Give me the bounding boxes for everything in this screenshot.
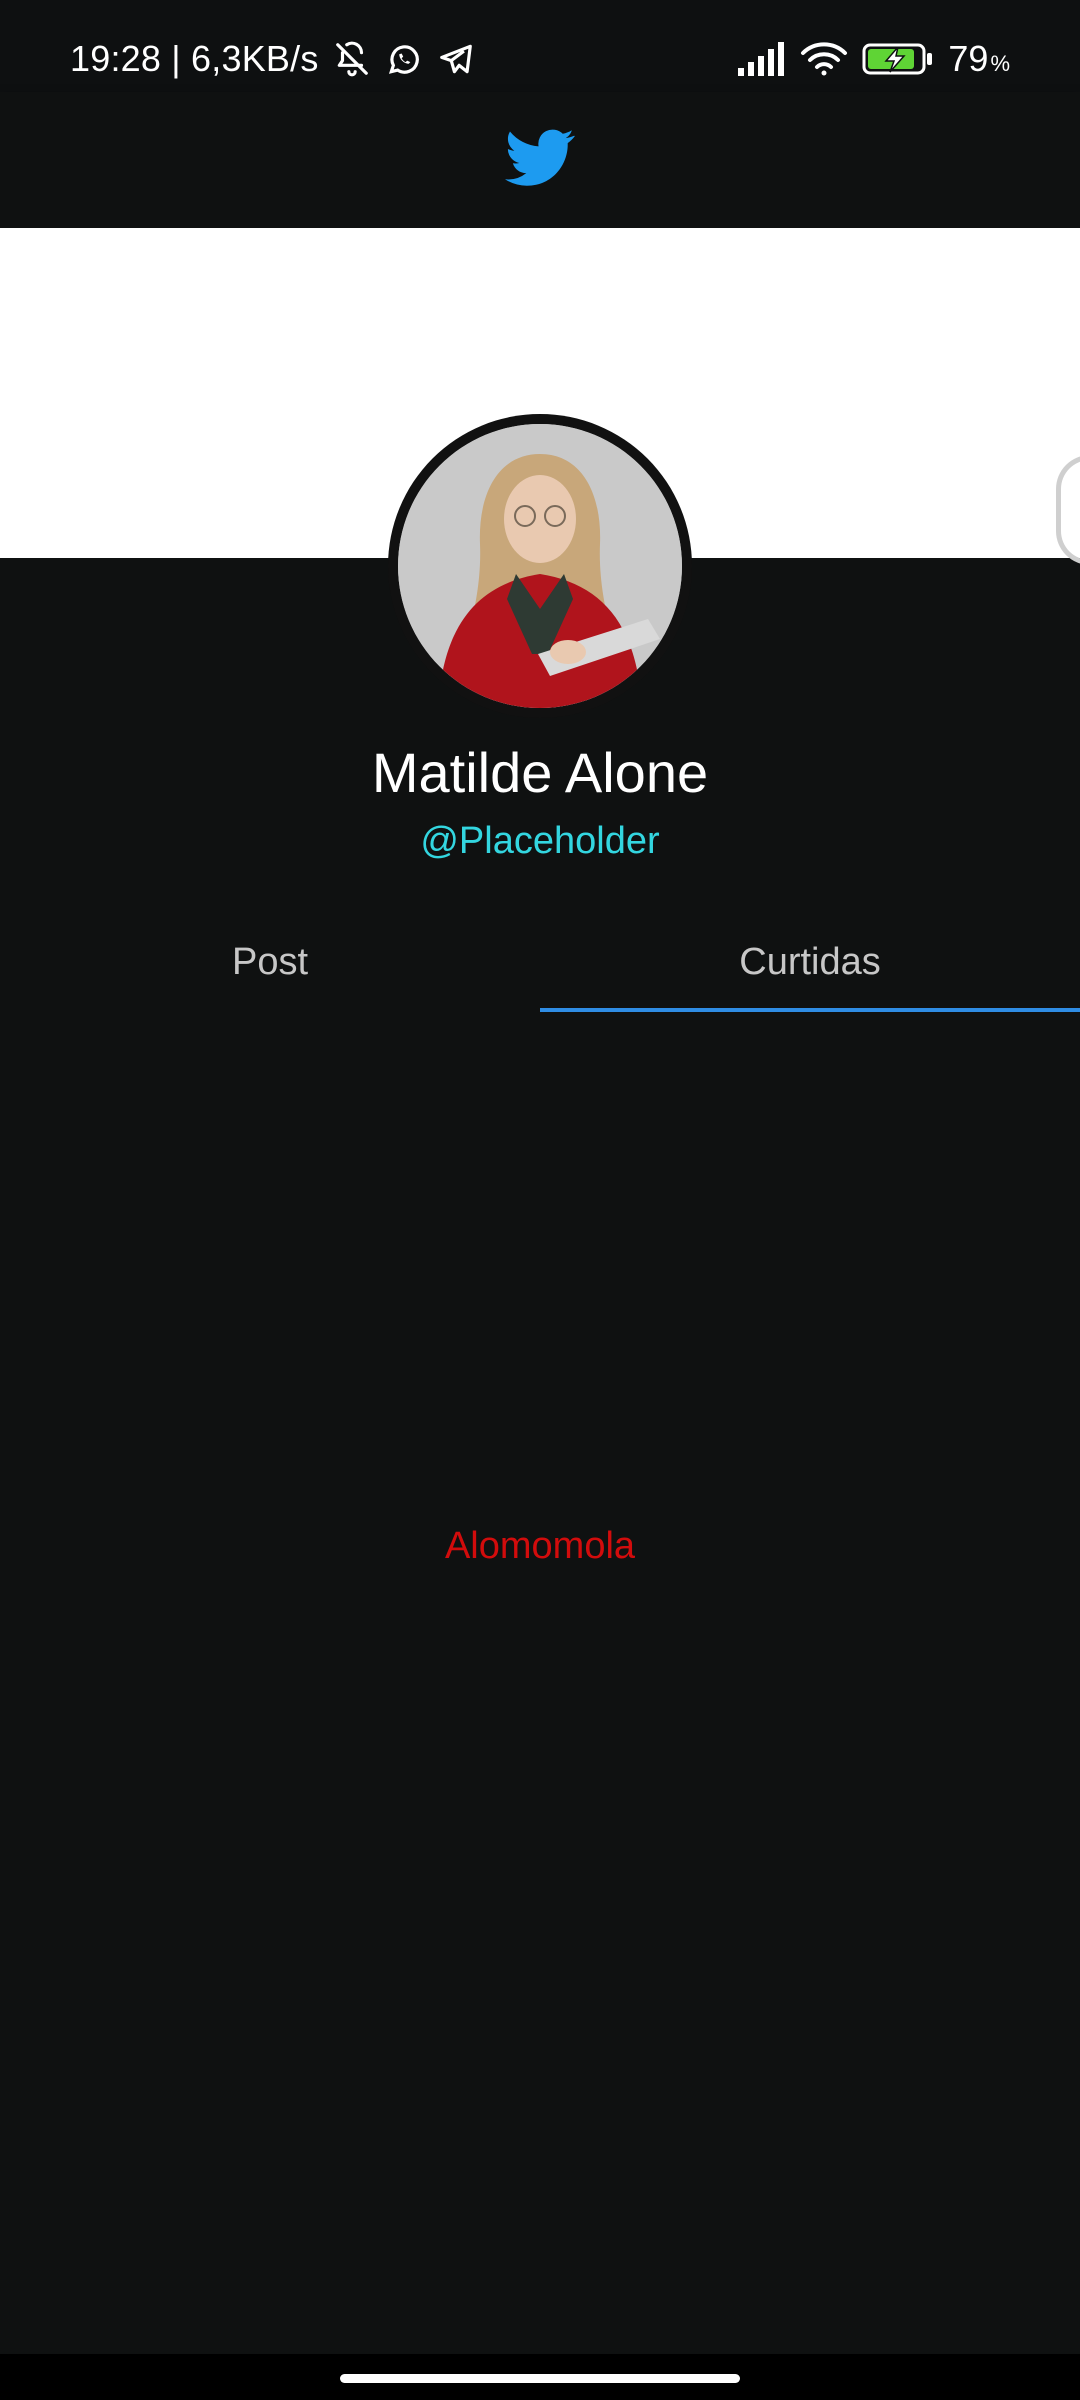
avatar-image	[398, 424, 682, 708]
tab-curtidas[interactable]: Curtidas	[540, 912, 1080, 1012]
navigation-bar	[0, 2354, 1080, 2400]
battery-charging-icon	[862, 42, 934, 76]
content-text: Alomomola	[444, 1525, 636, 1567]
tab-post[interactable]: Post	[0, 912, 540, 1012]
wifi-icon	[800, 41, 848, 77]
bell-off-icon	[333, 40, 371, 78]
profile-tabs: Post Curtidas	[0, 912, 1080, 1012]
telegram-icon	[437, 40, 475, 78]
profile-handle: @Placeholder	[420, 820, 660, 862]
screen: 19:28 | 6,3KB/s 79% Matilde Alone @Place…	[0, 0, 1080, 2400]
app-bar	[0, 92, 1080, 228]
tab-curtidas-label: Curtidas	[739, 940, 881, 983]
profile-name: Matilde Alone	[371, 741, 709, 804]
battery-percent: 79%	[948, 38, 1010, 79]
avatar[interactable]	[388, 414, 692, 718]
whatsapp-icon	[385, 40, 423, 78]
signal-icon	[738, 42, 786, 76]
home-indicator[interactable]	[340, 2374, 740, 2383]
status-time-speed: 19:28 | 6,3KB/s	[70, 38, 319, 79]
tab-post-label: Post	[231, 940, 309, 983]
status-bar: 19:28 | 6,3KB/s 79%	[0, 0, 1080, 92]
twitter-bird-icon[interactable]	[505, 128, 575, 193]
